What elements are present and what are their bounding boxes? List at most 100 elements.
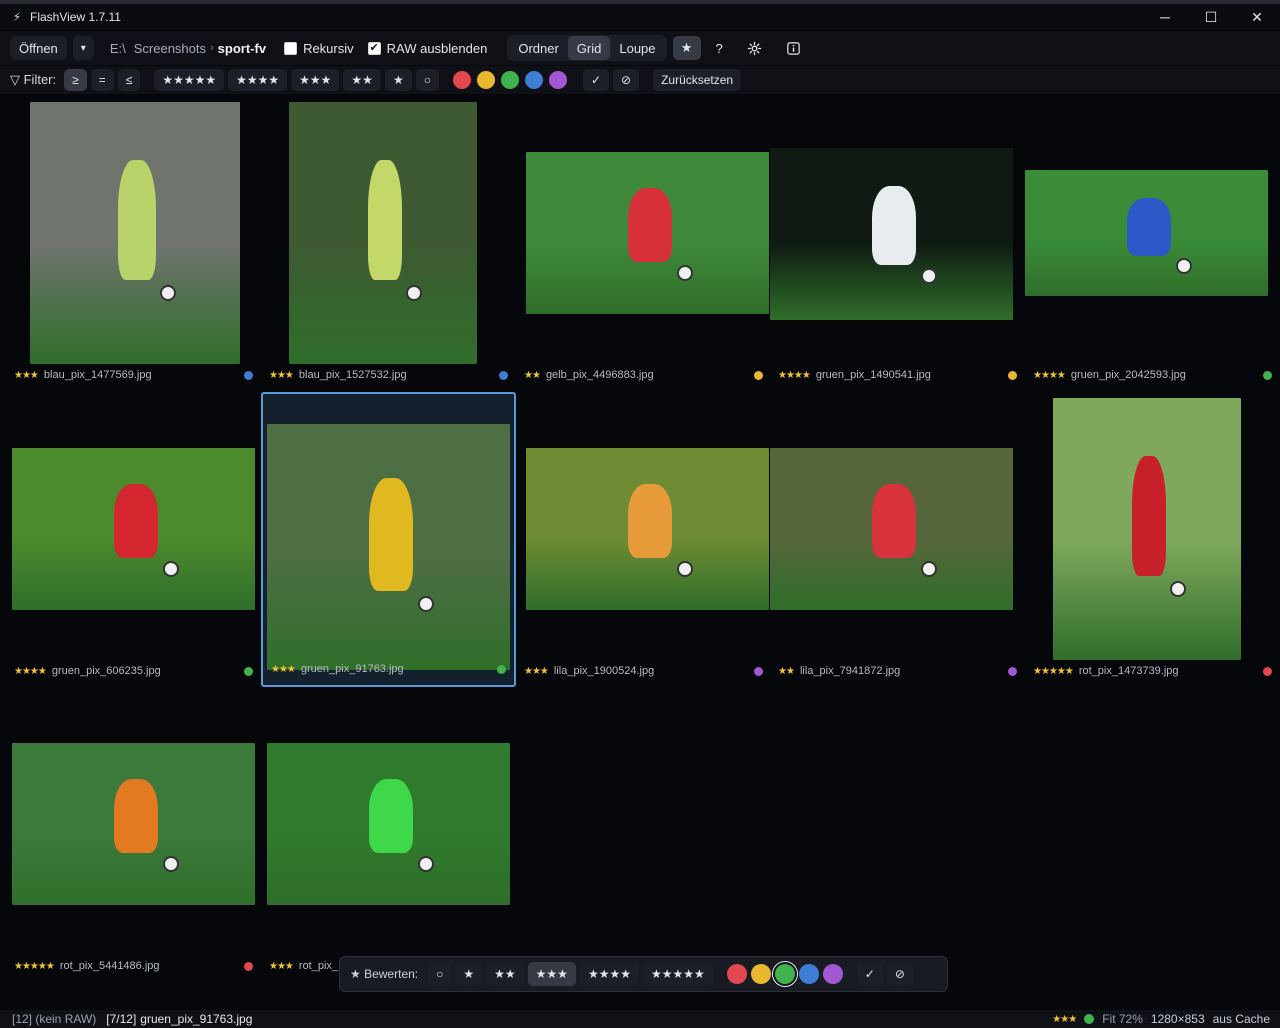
grid-cell[interactable]: ★★★ lila_pix_1900524.jpg <box>516 392 771 687</box>
rating-bar-label: ★ Bewerten: <box>350 967 419 981</box>
filter-label: ▽ Filter: <box>10 72 57 87</box>
rate-5-stars-button[interactable]: ★★★★★ <box>642 962 713 986</box>
thumbnail-image[interactable] <box>526 448 769 610</box>
rate-1-star-button[interactable]: ★ <box>455 962 483 986</box>
raw-hide-checkbox[interactable]: ✔ RAW ausblenden <box>367 40 488 56</box>
rate-color-blue[interactable] <box>798 964 819 984</box>
thumbnail-image[interactable] <box>1053 398 1241 660</box>
star-toggle-button[interactable]: ★ <box>672 36 701 60</box>
breadcrumb-screenshots[interactable]: Screenshots <box>134 41 206 56</box>
raw-hide-label: RAW ausblenden <box>386 40 488 56</box>
thumbnail-image[interactable] <box>267 743 510 905</box>
rate-reject-button[interactable]: ⊘ <box>886 962 913 986</box>
thumbnail-image[interactable] <box>12 448 255 610</box>
help-button[interactable]: ? <box>707 36 732 60</box>
rate-color-purple[interactable] <box>822 964 843 984</box>
filter-4-stars[interactable]: ★★★★ <box>228 69 288 91</box>
grid-cell[interactable]: ★★★ rot_pix_ <box>261 687 516 982</box>
open-dropdown-button[interactable]: ▾ <box>72 36 94 60</box>
window-controls: ─ ☐ ✕ <box>1142 4 1280 30</box>
filter-eq-button[interactable]: = <box>90 69 114 91</box>
thumbnail-image[interactable] <box>526 152 769 314</box>
ball-figure <box>160 285 177 302</box>
recursive-checkbox-box[interactable] <box>284 41 298 55</box>
filter-color-red[interactable] <box>452 71 471 89</box>
thumbnail-caption: ★★★★ gruen_pix_2042593.jpg <box>1033 367 1272 383</box>
rating-stars: ★★★★ <box>778 369 811 381</box>
filter-picked-button[interactable]: ✓ <box>582 69 610 91</box>
filter-no-rating[interactable]: ○ <box>415 69 439 91</box>
filter-color-blue[interactable] <box>524 71 543 89</box>
rating-stars: ★★★ <box>14 369 39 381</box>
filter-color-yellow[interactable] <box>476 71 495 89</box>
thumbnail-caption: ★★★ gruen_pix_91763.jpg <box>271 661 506 677</box>
filter-5-stars[interactable]: ★★★★★ <box>154 69 225 91</box>
raw-hide-checkbox-box[interactable]: ✔ <box>367 41 381 55</box>
grid-cell[interactable]: ★★★★★ rot_pix_5441486.jpg <box>6 687 261 982</box>
filter-gte-button[interactable]: ≥ <box>64 69 87 91</box>
thumbnail-image[interactable] <box>12 743 255 905</box>
thumbnail-image[interactable] <box>289 102 477 364</box>
filter-2-stars[interactable]: ★★ <box>343 69 381 91</box>
rate-color-green[interactable] <box>774 964 795 984</box>
title-bar: ⚡ FlashView 1.7.11 ─ ☐ ✕ <box>0 4 1280 30</box>
color-label-dot <box>754 370 763 380</box>
file-name: gruen_pix_1490541.jpg <box>815 369 931 381</box>
open-button[interactable]: Öffnen <box>10 36 67 60</box>
rate-pick-button[interactable]: ✓ <box>856 962 883 986</box>
breadcrumb-current-folder[interactable]: sport-fv <box>218 41 266 56</box>
rate-3-stars-button[interactable]: ★★★ <box>527 962 576 986</box>
filter-lte-button[interactable]: ≤ <box>117 69 141 91</box>
settings-button[interactable] <box>738 36 771 60</box>
status-count: [12] (kein RAW) <box>12 1012 97 1026</box>
grid-cell[interactable]: ★★ lila_pix_7941872.jpg <box>770 392 1025 687</box>
thumbnail-image[interactable] <box>30 102 240 364</box>
thumbnail-caption: ★★★ lila_pix_1900524.jpg <box>524 663 763 679</box>
thumbnail-caption: ★★ lila_pix_7941872.jpg <box>778 663 1017 679</box>
rating-stars: ★★ <box>778 665 795 677</box>
view-loupe-button[interactable]: Loupe <box>610 36 664 60</box>
grid-cell[interactable]: ★★★ blau_pix_1527532.jpg <box>261 96 516 391</box>
filter-color-green[interactable] <box>500 71 519 89</box>
grid-cell[interactable]: ★★★★★ rot_pix_1473739.jpg <box>1025 392 1280 687</box>
grid-cell[interactable]: ★★★★ gruen_pix_2042593.jpg <box>1025 96 1280 391</box>
recursive-label: Rekursiv <box>303 40 354 56</box>
ball-figure <box>676 561 693 578</box>
filter-3-stars[interactable]: ★★★ <box>291 69 340 91</box>
player-figure <box>628 187 672 263</box>
filter-reset-button[interactable]: Zurücksetzen <box>653 69 742 91</box>
grid-cell[interactable]: ★★★★ gruen_pix_606235.jpg <box>6 392 261 687</box>
filter-color-purple[interactable] <box>548 71 567 89</box>
thumbnail-image[interactable] <box>1025 170 1268 296</box>
info-icon <box>787 41 800 55</box>
rate-2-stars-button[interactable]: ★★ <box>486 962 524 986</box>
thumbnail-image[interactable] <box>770 148 1013 320</box>
filter-1-star[interactable]: ★ <box>384 69 412 91</box>
grid-cell[interactable]: ★★★★ gruen_pix_1490541.jpg <box>770 96 1025 391</box>
ball-figure <box>1169 581 1186 598</box>
info-button[interactable] <box>777 36 810 60</box>
grid-cell[interactable]: ★★ gelb_pix_4496883.jpg <box>516 96 771 391</box>
status-zoom: Fit 72% <box>1102 1012 1143 1026</box>
close-button[interactable]: ✕ <box>1234 4 1280 30</box>
view-mode-switcher: Ordner Grid Loupe <box>507 35 667 61</box>
breadcrumb-drive[interactable]: E:\ <box>110 41 126 56</box>
view-grid-button[interactable]: Grid <box>567 36 611 60</box>
player-figure <box>872 185 916 265</box>
grid-cell[interactable]: ★★★ blau_pix_1477569.jpg <box>6 96 261 391</box>
color-label-dot <box>1008 370 1017 380</box>
rate-4-stars-button[interactable]: ★★★★ <box>579 962 639 986</box>
breadcrumb-separator: › <box>210 42 214 54</box>
rate-none-button[interactable]: ○ <box>428 962 452 986</box>
thumbnail-image[interactable] <box>770 448 1013 610</box>
rate-color-red[interactable] <box>726 964 747 984</box>
recursive-checkbox[interactable]: Rekursiv <box>284 41 354 56</box>
minimize-button[interactable]: ─ <box>1142 4 1188 30</box>
rate-color-yellow[interactable] <box>750 964 771 984</box>
grid-cell-selected[interactable]: ★★★ gruen_pix_91763.jpg <box>261 392 516 687</box>
filter-rejected-button[interactable]: ⊘ <box>613 69 640 91</box>
view-folder-button[interactable]: Ordner <box>509 36 567 60</box>
thumbnail-image[interactable] <box>267 424 510 670</box>
thumbnail-caption: ★★★★ gruen_pix_606235.jpg <box>14 663 253 679</box>
maximize-button[interactable]: ☐ <box>1188 4 1234 30</box>
